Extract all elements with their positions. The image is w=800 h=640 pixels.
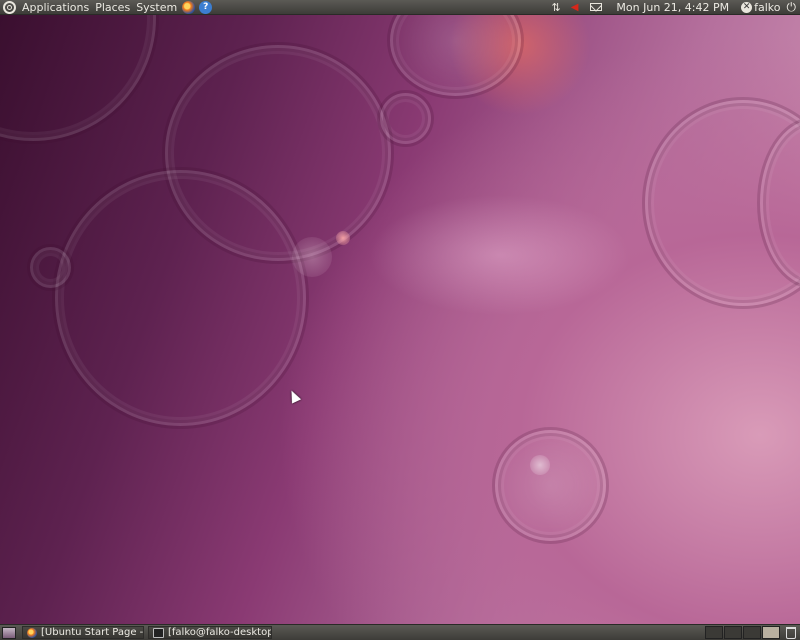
clock[interactable]: Mon Jun 21, 4:42 PM — [608, 1, 737, 14]
system-menu[interactable]: System — [133, 0, 180, 15]
show-desktop-button[interactable] — [2, 626, 16, 639]
workspace-switcher — [704, 626, 780, 639]
wallpaper-ring — [0, 15, 156, 141]
user-name[interactable]: falko — [752, 1, 786, 14]
firefox-icon — [27, 627, 37, 638]
places-menu[interactable]: Places — [92, 0, 133, 15]
user-status-icon[interactable]: ✕ — [741, 1, 753, 13]
network-icon[interactable]: ⇅ — [552, 1, 561, 14]
lens-flare — [336, 231, 350, 245]
top-panel: Applications Places System ? ⇅ ◀ Mon Jun… — [0, 0, 800, 15]
mail-icon[interactable] — [590, 3, 603, 11]
terminal-icon — [153, 627, 164, 638]
wallpaper-ring — [390, 15, 521, 96]
workspace-3[interactable] — [743, 626, 761, 639]
desktop-wallpaper[interactable] — [0, 15, 800, 624]
workspace-2[interactable] — [724, 626, 742, 639]
lens-flare — [530, 455, 550, 475]
power-icon[interactable]: ⏻ — [787, 0, 797, 15]
bottom-panel: [Ubuntu Start Page - M... [falko@falko-d… — [0, 624, 800, 640]
firefox-icon[interactable] — [182, 0, 196, 14]
trash-icon[interactable] — [786, 626, 796, 639]
taskbar-item-terminal[interactable]: [falko@falko-desktop: ~] — [148, 626, 272, 639]
taskbar-item-label: [Ubuntu Start Page - M... — [41, 627, 144, 638]
ubuntu-logo-icon[interactable] — [3, 0, 16, 14]
workspace-1[interactable] — [705, 626, 723, 639]
volume-muted-icon[interactable]: ◀ — [571, 2, 579, 13]
lens-flare — [292, 237, 332, 277]
taskbar-item-label: [falko@falko-desktop: ~] — [168, 627, 272, 638]
wallpaper-ring — [30, 247, 71, 288]
wallpaper-ring — [495, 430, 606, 541]
wallpaper-ring — [55, 170, 306, 426]
main-menu: Applications Places System ? — [0, 0, 214, 14]
help-icon[interactable]: ? — [199, 0, 213, 14]
taskbar-item-firefox[interactable]: [Ubuntu Start Page - M... — [22, 626, 144, 639]
workspace-4[interactable] — [762, 626, 780, 639]
wallpaper-ring — [380, 93, 431, 144]
notification-area: ⇅ ◀ Mon Jun 21, 4:42 PM ✕ falko ⏻ — [548, 0, 800, 14]
applications-menu[interactable]: Applications — [19, 0, 92, 15]
